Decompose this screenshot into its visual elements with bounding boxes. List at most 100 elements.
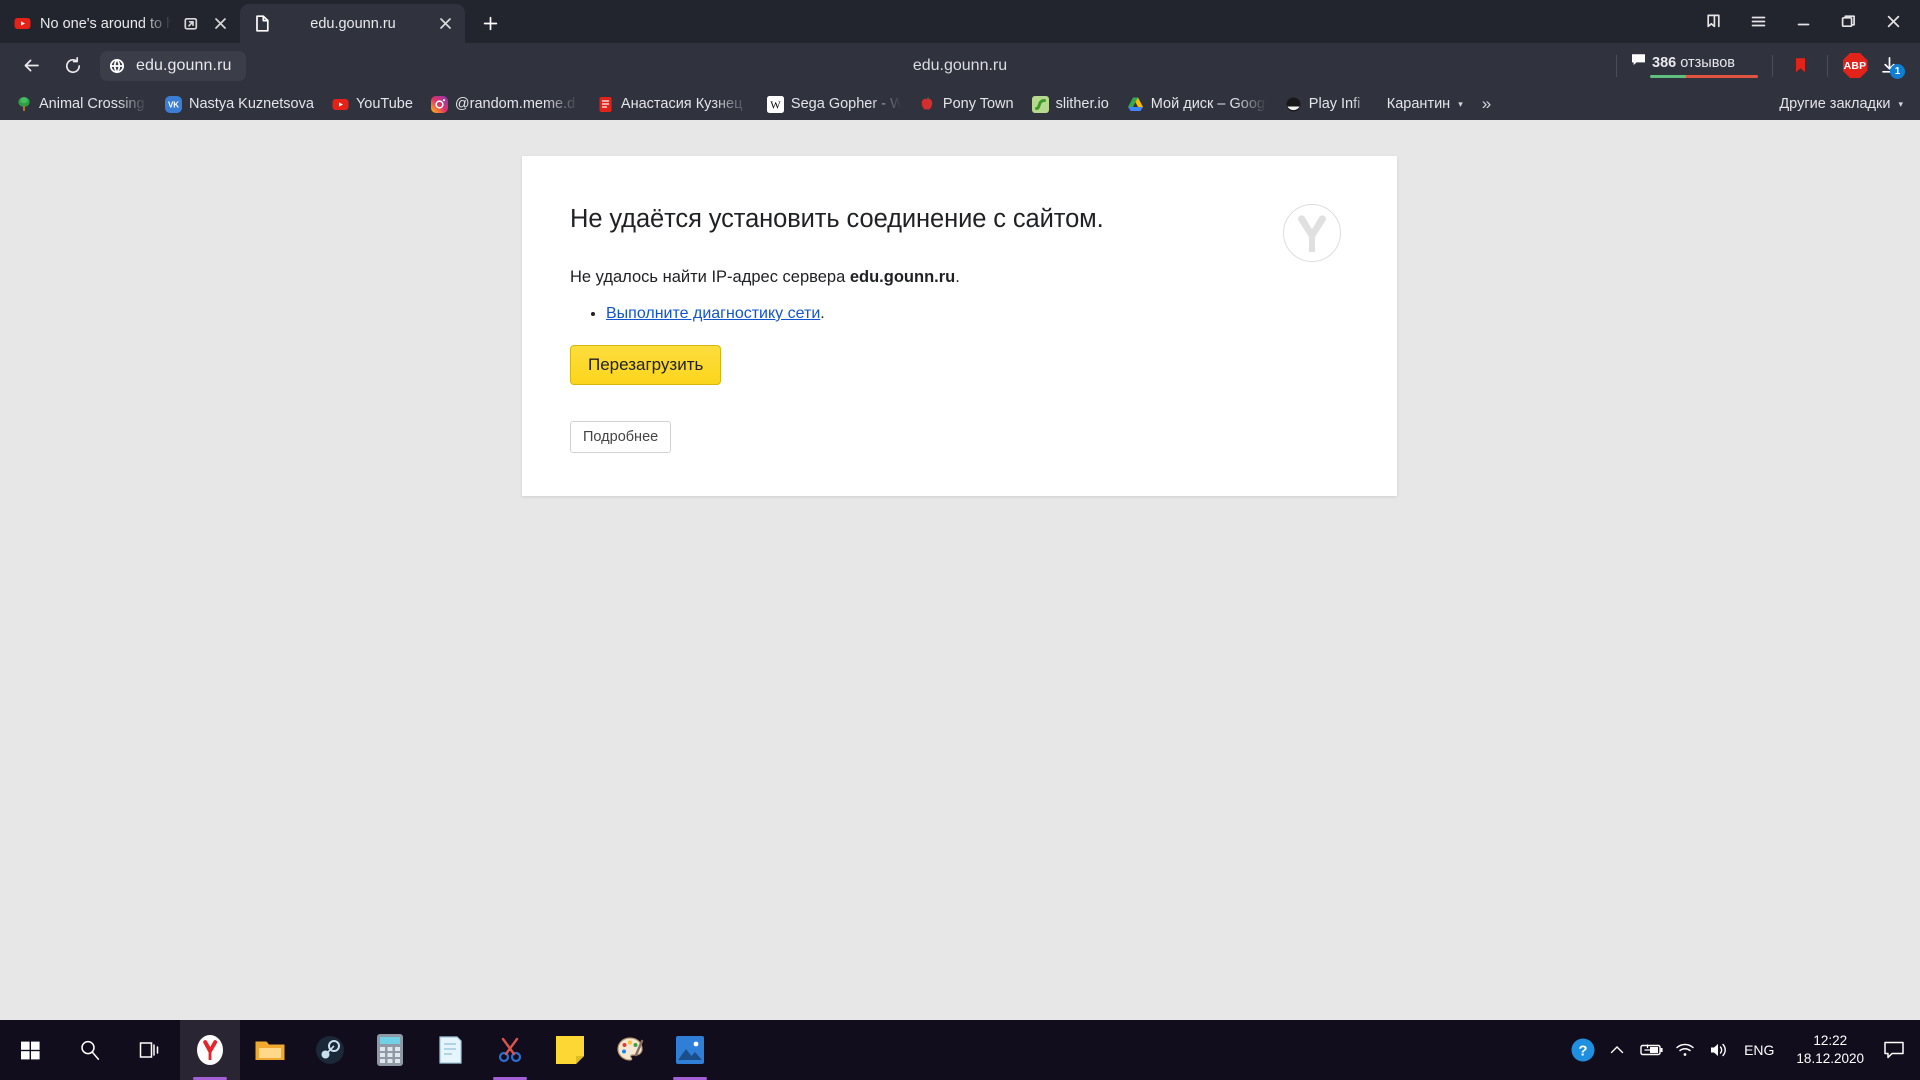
clock[interactable]: 12:22 18.12.2020	[1786, 1032, 1874, 1068]
bookmark-flag-icon[interactable]	[1783, 49, 1817, 83]
clock-time: 12:22	[1813, 1032, 1848, 1048]
reviews-rating-bar	[1650, 75, 1758, 78]
abp-label: ABP	[1842, 53, 1868, 78]
tab-edu-gounn[interactable]: edu.gounn.ru	[240, 4, 465, 43]
svg-text:W: W	[770, 99, 781, 111]
browser-window: No one's around to h edu.gounn.ru edu.go…	[0, 0, 1920, 1020]
tree-icon	[15, 96, 32, 113]
tab-close-icon[interactable]	[435, 14, 455, 34]
other-bookmarks-button[interactable]: Другие закладки ▾	[1770, 91, 1912, 117]
bookmark-label: @random.meme.d	[454, 96, 576, 112]
bookmark-youtube[interactable]: YouTube	[323, 91, 422, 117]
other-bookmarks-group: Другие закладки ▾	[1770, 91, 1912, 117]
taskbar: ? ENG 12:22 18.12.2020	[0, 1020, 1920, 1080]
bookmark-label: Play Infi	[1308, 96, 1361, 112]
separator	[1827, 54, 1828, 77]
bookmark-label: slither.io	[1055, 96, 1109, 112]
back-button[interactable]	[10, 49, 52, 83]
page-viewport: Не удаётся установить соединение с сайто…	[0, 120, 1920, 1020]
address-bar-actions: 386 отзывов ABP 1	[1606, 49, 1906, 83]
bookmark-label: Анастасия Кузнец	[620, 96, 743, 112]
site-reviews-badge[interactable]: 386 отзывов	[1627, 53, 1762, 78]
bookmarks-bar: Animal Crossing W VK Nastya Kuznetsova Y…	[0, 88, 1920, 120]
reload-button[interactable]	[52, 49, 94, 83]
bookmark-anastasiya-kuznetsova[interactable]: Анастасия Кузнец	[588, 91, 758, 117]
tab-title: No one's around to h	[40, 15, 172, 32]
separator	[1616, 54, 1617, 77]
taskbar-app-paint[interactable]	[600, 1020, 660, 1080]
taskbar-app-photos[interactable]	[660, 1020, 720, 1080]
url-input[interactable]: edu.gounn.ru	[100, 50, 246, 81]
collections-icon[interactable]	[1691, 0, 1736, 43]
youtube-icon	[14, 15, 31, 32]
reload-page-button[interactable]: Перезагрузить	[570, 344, 722, 385]
tab-close-icon[interactable]	[210, 14, 230, 34]
menu-icon[interactable]	[1736, 0, 1781, 43]
taskbar-app-notepad[interactable]	[420, 1020, 480, 1080]
adblock-plus-icon[interactable]: ABP	[1838, 49, 1872, 83]
taskbar-app-calculator[interactable]	[360, 1020, 420, 1080]
taskbar-app-steam[interactable]	[300, 1020, 360, 1080]
google-drive-icon	[1127, 96, 1144, 113]
wifi-icon[interactable]	[1668, 1020, 1702, 1080]
search-button[interactable]	[60, 1020, 120, 1080]
bookmark-google-drive[interactable]: Мой диск – Googl	[1118, 91, 1276, 117]
battery-icon[interactable]	[1634, 1020, 1668, 1080]
apple-icon	[919, 96, 936, 113]
maximize-icon[interactable]	[1826, 0, 1871, 43]
error-card: Не удаётся установить соединение с сайто…	[522, 156, 1397, 496]
tab-popout-icon[interactable]	[181, 14, 201, 34]
bookmark-label: Nastya Kuznetsova	[189, 96, 314, 112]
bookmark-folder-karantin[interactable]: Карантин ▾	[1378, 91, 1472, 117]
bookmark-play-infi[interactable]: Play Infi	[1276, 91, 1378, 117]
close-icon[interactable]	[1871, 0, 1916, 43]
network-diagnostics-link[interactable]: Выполните диагностику сети	[606, 305, 820, 322]
reviews-label: 386 отзывов	[1652, 54, 1735, 71]
minimize-icon[interactable]	[1781, 0, 1826, 43]
taskbar-app-snipping-tool[interactable]	[480, 1020, 540, 1080]
globe-icon	[104, 53, 130, 79]
notifications-icon[interactable]	[1874, 1020, 1914, 1080]
address-bar: edu.gounn.ru edu.gounn.ru 386 отзывов AB…	[0, 43, 1920, 88]
bookmark-nastya-kuznetsova[interactable]: VK Nastya Kuznetsova	[156, 91, 323, 117]
svg-text:VK: VK	[168, 100, 179, 109]
volume-icon[interactable]	[1702, 1020, 1736, 1080]
taskbar-app-yandex-browser[interactable]	[180, 1020, 240, 1080]
bookmark-animal-crossing[interactable]: Animal Crossing W	[6, 91, 156, 117]
bookmark-slither-io[interactable]: slither.io	[1023, 91, 1118, 117]
document-red-icon	[597, 96, 614, 113]
taskbar-app-sticky-notes[interactable]	[540, 1020, 600, 1080]
wikipedia-icon: W	[766, 95, 784, 113]
bookmark-random-meme[interactable]: @random.meme.d	[422, 91, 588, 117]
bookmarks-overflow-icon[interactable]: »	[1472, 94, 1501, 114]
new-tab-button[interactable]	[473, 6, 507, 40]
yandex-y-logo	[1283, 204, 1341, 262]
page-icon	[254, 15, 271, 32]
page-title: Не удаётся установить соединение с сайто…	[570, 205, 1104, 233]
bookmark-label: Pony Town	[942, 96, 1014, 112]
url-text: edu.gounn.ru	[136, 56, 232, 74]
bookmark-sega-gopher[interactable]: W Sega Gopher - Wik	[758, 91, 910, 117]
system-tray: ? ENG 12:22 18.12.2020	[1566, 1020, 1920, 1080]
chevron-down-icon: ▾	[1898, 98, 1903, 109]
tab-youtube[interactable]: No one's around to h	[0, 4, 240, 43]
downloads-badge: 1	[1890, 63, 1905, 79]
downloads-icon[interactable]: 1	[1872, 49, 1906, 83]
task-view-button[interactable]	[120, 1020, 180, 1080]
language-indicator[interactable]: ENG	[1736, 1042, 1786, 1058]
separator	[1772, 54, 1773, 77]
taskbar-app-file-explorer[interactable]	[240, 1020, 300, 1080]
tab-title: edu.gounn.ru	[310, 15, 396, 32]
show-hidden-icons-chevron[interactable]	[1600, 1020, 1634, 1080]
suggestions-list: Выполните диагностику сети.	[606, 305, 1341, 323]
start-button[interactable]	[0, 1020, 60, 1080]
dark-circle-icon	[1285, 96, 1302, 113]
bookmark-label: Карантин	[1386, 96, 1451, 112]
window-controls	[1691, 0, 1920, 43]
help-icon[interactable]: ?	[1566, 1020, 1600, 1080]
list-item: Выполните диагностику сети.	[606, 305, 1341, 323]
details-button[interactable]: Подробнее	[570, 421, 672, 453]
snake-icon	[1031, 95, 1049, 113]
bookmark-pony-town[interactable]: Pony Town	[910, 91, 1023, 117]
error-subtitle: Не удалось найти IP-адрес сервера edu.go…	[570, 268, 1341, 287]
